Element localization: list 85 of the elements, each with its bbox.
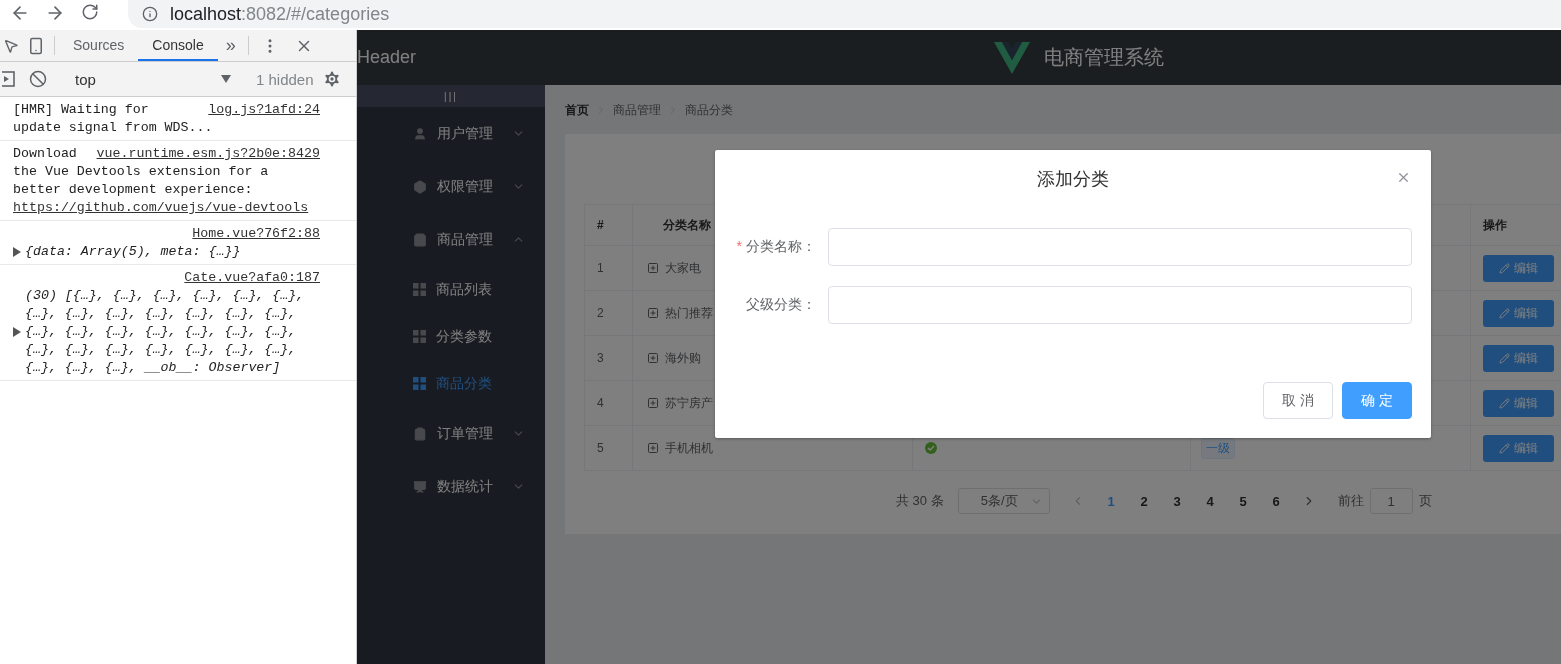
confirm-button[interactable]: 确 定 <box>1342 382 1412 419</box>
pencil-icon <box>1499 397 1510 409</box>
page-number[interactable]: 4 <box>1193 493 1227 509</box>
column-header: 分类名称 <box>663 216 711 234</box>
info-icon <box>142 6 158 22</box>
level-tag: 一级 <box>1201 437 1235 459</box>
grid-icon <box>413 330 426 343</box>
page-number[interactable]: 2 <box>1127 493 1161 509</box>
sidebar-toggle-icon[interactable] <box>0 71 18 87</box>
console-object: (30) [{…}, {…}, {…}, {…}, {…}, {…}, {…}, {…}, {…}, {…}, {…}, {…}, {…}, {…}, {…}, {…}, {…}, {…}, {…}, {…}, {…}, {…}, {…}, {…}, {…}, {…}, {…}, {…}, {…}, {…}, __ob__: Observer] <box>24 287 306 377</box>
table-cell: 手机相机 <box>665 439 713 457</box>
field-label: * 分类名称： <box>735 238 817 256</box>
pencil-icon <box>1499 352 1510 364</box>
console-message: update signal from WDS... <box>13 119 214 137</box>
expand-icon[interactable] <box>647 442 659 454</box>
address-bar[interactable]: localhost:8082/#/categories <box>128 0 1561 28</box>
table-cell: 2 <box>597 306 604 320</box>
pencil-icon <box>1499 262 1510 274</box>
breadcrumb-item: 商品分类 <box>685 101 733 119</box>
expand-triangle-icon[interactable] <box>13 247 21 257</box>
app-title: 电商管理系统 <box>1044 45 1165 70</box>
grid-icon <box>413 377 426 390</box>
expand-triangle-icon[interactable] <box>13 327 21 337</box>
context-dropdown[interactable]: top <box>67 67 237 91</box>
breadcrumb-item[interactable]: 首页 <box>565 101 589 119</box>
console-message: Download <box>13 145 77 163</box>
bag-icon <box>413 232 427 247</box>
console-message: the Vue Devtools extension for a better development experience: https://github.com/vuejs/vue-devtools <box>13 163 310 217</box>
header-text: Header <box>357 47 417 68</box>
devtools-tab[interactable]: Sources <box>59 30 139 61</box>
logo-icon <box>994 41 1031 74</box>
source-link[interactable]: log.js?1afd:24 <box>208 101 320 119</box>
menu-item[interactable]: 数据统计 <box>357 460 545 513</box>
input-field[interactable] <box>828 228 1412 266</box>
table-cell: 大家电 <box>665 259 701 277</box>
source-link[interactable]: Home.vue?76f2:88 <box>192 225 320 243</box>
more-tabs-button[interactable]: » <box>217 30 244 61</box>
dialog-title: 添加分类 <box>1037 169 1109 189</box>
table-cell: 1 <box>597 261 604 275</box>
dropdown-triangle-icon <box>221 75 231 83</box>
column-header: # <box>597 218 604 232</box>
console-message: [HMR] Waiting for <box>13 101 149 119</box>
presentation-board-icon <box>413 479 427 494</box>
console-object: {data: Array(5), meta: {…}} <box>24 243 242 261</box>
page-number[interactable]: 3 <box>1160 493 1194 509</box>
expand-icon[interactable] <box>647 352 659 364</box>
table-cell: 热门推荐 <box>665 304 713 322</box>
breadcrumb-item: 商品管理 <box>613 101 661 119</box>
menu-item[interactable]: 订单管理 <box>357 407 545 460</box>
table-cell: 苏宁房产 <box>665 394 713 412</box>
goto-page-field[interactable]: 1 <box>1369 488 1413 514</box>
total-count: 共 30 条 <box>896 492 944 510</box>
cube-icon <box>413 179 427 194</box>
table-cell: 5 <box>597 441 604 455</box>
menu-item[interactable]: 权限管理 <box>357 160 545 213</box>
column-header: 操作 <box>1483 216 1507 234</box>
grid-icon <box>413 283 426 296</box>
source-link[interactable]: Cate.vue?afa0:187 <box>184 269 320 287</box>
submenu-item[interactable]: 商品列表 <box>357 266 545 313</box>
collapse-toggle[interactable]: ||| <box>357 85 545 107</box>
submenu-item[interactable]: 分类参数 <box>357 313 545 360</box>
menu-item[interactable]: 用户管理 <box>357 107 545 160</box>
page-number[interactable]: 5 <box>1226 493 1260 509</box>
devtools-link[interactable]: https://github.com/vuejs/vue-devtools <box>13 200 309 215</box>
goto-label: 前往 <box>1337 492 1364 510</box>
expand-icon[interactable] <box>647 397 659 409</box>
cancel-button[interactable]: 取 消 <box>1263 382 1333 419</box>
close-button[interactable] <box>1396 170 1411 185</box>
page-suffix: 页 <box>1418 492 1432 510</box>
pencil-icon <box>1499 307 1510 319</box>
page-size-select[interactable]: 5条/页 <box>957 488 1050 514</box>
expand-icon[interactable] <box>647 307 659 319</box>
pencil-icon <box>1499 442 1510 454</box>
table-cell: 4 <box>597 396 604 410</box>
input-field[interactable] <box>828 286 1412 324</box>
table-cell: 3 <box>597 351 604 365</box>
field-label: 父级分类： <box>745 296 817 314</box>
page-number[interactable]: 6 <box>1259 493 1293 509</box>
source-link[interactable]: vue.runtime.esm.js?2b0e:8429 <box>96 145 320 163</box>
hidden-count: 1 hidden <box>256 70 314 88</box>
expand-icon[interactable] <box>647 262 659 274</box>
user-icon <box>413 126 427 141</box>
table-cell: 海外购 <box>665 349 701 367</box>
menu-item[interactable]: 商品管理 <box>357 213 545 266</box>
clipboard-icon <box>413 426 427 441</box>
